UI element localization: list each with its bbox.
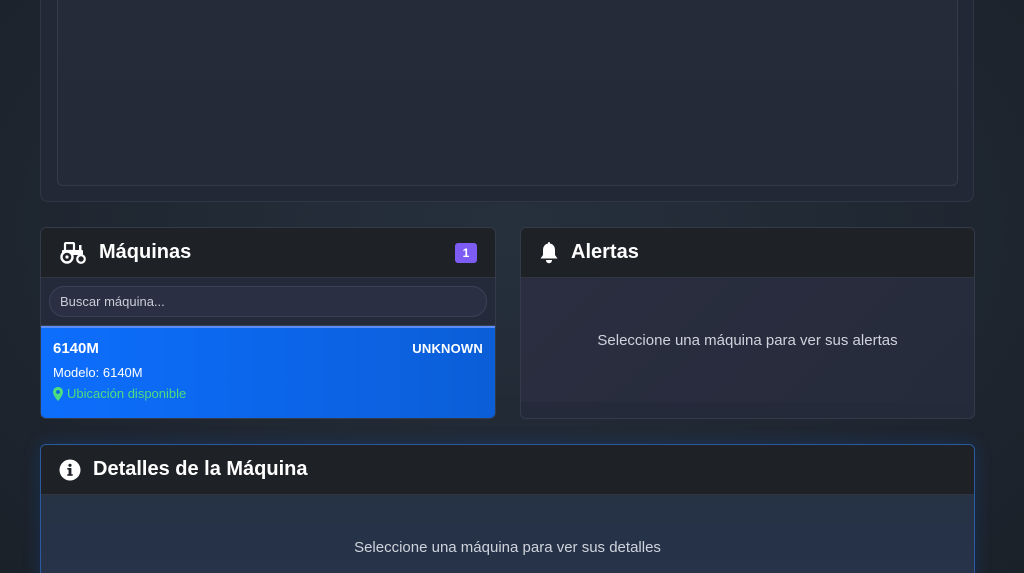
- machines-card: Máquinas 1 6140M UNKNOWN Modelo: 6140M U…: [40, 227, 496, 419]
- map-container[interactable]: [57, 0, 958, 186]
- machine-item-header-row: 6140M UNKNOWN: [53, 340, 483, 357]
- alerts-card-title: Alertas: [571, 241, 639, 263]
- map-panel: [40, 0, 974, 202]
- machine-location: Ubicación disponible: [53, 386, 483, 401]
- details-card-header: Detalles de la Máquina: [41, 445, 974, 495]
- tractor-icon: [59, 241, 87, 264]
- machine-count-badge: 1: [455, 242, 477, 263]
- alerts-card-header: Alertas: [521, 228, 974, 278]
- machine-search-wrapper: [41, 278, 495, 326]
- alerts-card-body: Seleccione una máquina para ver sus aler…: [521, 278, 974, 402]
- map-marker-icon: [53, 386, 63, 401]
- machine-model: Modelo: 6140M: [53, 365, 143, 380]
- machine-status: UNKNOWN: [412, 341, 483, 356]
- machine-search-input[interactable]: [49, 286, 487, 317]
- alerts-card: Alertas Seleccione una máquina para ver …: [520, 227, 975, 419]
- bell-icon: [539, 241, 559, 264]
- machines-card-title: Máquinas: [99, 241, 192, 263]
- machine-name: 6140M: [53, 340, 99, 357]
- machines-card-header: Máquinas 1: [41, 228, 495, 278]
- info-icon: [59, 459, 81, 481]
- machine-list-item[interactable]: 6140M UNKNOWN Modelo: 6140M Ubicación di…: [41, 326, 495, 418]
- machine-location-label: Ubicación disponible: [67, 386, 187, 401]
- details-card-body: Seleccione una máquina para ver sus deta…: [41, 495, 974, 557]
- details-card: Detalles de la Máquina Seleccione una má…: [40, 444, 975, 573]
- alerts-empty-message: Seleccione una máquina para ver sus aler…: [597, 331, 898, 349]
- details-card-title: Detalles de la Máquina: [93, 458, 308, 480]
- details-empty-message: Seleccione una máquina para ver sus deta…: [354, 539, 661, 556]
